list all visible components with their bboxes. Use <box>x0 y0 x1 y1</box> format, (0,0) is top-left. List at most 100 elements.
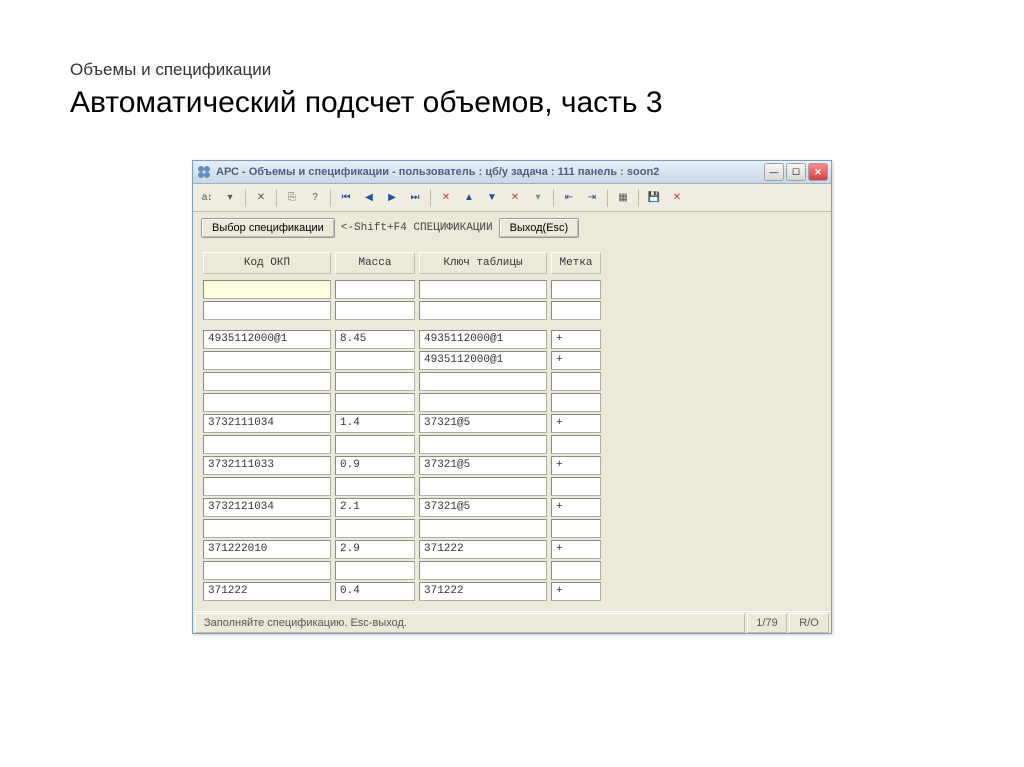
nav-last-button[interactable]: ⏭ <box>405 188 425 208</box>
cell-c4[interactable]: + <box>551 540 601 559</box>
column-header-key[interactable]: Ключ таблицы <box>419 252 547 274</box>
table-row: 3712220102.9371222+ <box>203 540 821 559</box>
table-row: 37321210342.137321@5+ <box>203 498 821 517</box>
cell-c4[interactable]: + <box>551 330 601 349</box>
nav-next-button[interactable]: ▶ <box>382 188 402 208</box>
cell-c3[interactable] <box>419 561 547 580</box>
cell-c2[interactable] <box>335 477 415 496</box>
cell-c3[interactable]: 37321@5 <box>419 414 547 433</box>
cell-c2[interactable]: 0.4 <box>335 582 415 601</box>
cell-c3[interactable] <box>419 280 547 299</box>
maximize-button[interactable]: ☐ <box>786 163 806 181</box>
cell-c4[interactable] <box>551 435 601 454</box>
cell-c1[interactable] <box>203 393 331 412</box>
font-size-button[interactable]: a↕ <box>197 188 217 208</box>
cell-c1[interactable] <box>203 372 331 391</box>
cell-c1[interactable] <box>203 351 331 370</box>
close-x-button[interactable]: ✕ <box>251 188 271 208</box>
cell-c2[interactable]: 1.4 <box>335 414 415 433</box>
collapse-button[interactable]: ▾ <box>528 188 548 208</box>
window-controls: — ☐ ✕ <box>764 163 828 181</box>
cell-c2[interactable] <box>335 351 415 370</box>
cell-c1[interactable] <box>203 301 331 320</box>
indent-left-button[interactable]: ⇤ <box>559 188 579 208</box>
delete-button[interactable]: ✕ <box>436 188 456 208</box>
cell-c2[interactable]: 2.9 <box>335 540 415 559</box>
cell-c3[interactable] <box>419 301 547 320</box>
cell-c4[interactable] <box>551 519 601 538</box>
down-arrow-button[interactable]: ▼ <box>482 188 502 208</box>
cell-c1[interactable]: 3732111033 <box>203 456 331 475</box>
copy-button[interactable]: ⎘ <box>282 188 302 208</box>
help-button[interactable]: ? <box>305 188 325 208</box>
cell-c2[interactable] <box>335 561 415 580</box>
cell-c3[interactable]: 4935112000@1 <box>419 351 547 370</box>
cell-c2[interactable] <box>335 393 415 412</box>
cell-c4[interactable] <box>551 393 601 412</box>
cell-c3[interactable] <box>419 435 547 454</box>
cell-c1[interactable]: 4935112000@1 <box>203 330 331 349</box>
cell-c2[interactable] <box>335 372 415 391</box>
nav-prev-button[interactable]: ◀ <box>359 188 379 208</box>
cell-c1[interactable]: 3732121034 <box>203 498 331 517</box>
nav-first-button[interactable]: ⏮ <box>336 188 356 208</box>
close-button[interactable]: ✕ <box>808 163 828 181</box>
delete2-button[interactable]: ✕ <box>505 188 525 208</box>
cell-c3[interactable]: 37321@5 <box>419 498 547 517</box>
cell-c2[interactable] <box>335 280 415 299</box>
table-row: 4935112000@18.454935112000@1+ <box>203 330 821 349</box>
cell-c1[interactable]: 3732111034 <box>203 414 331 433</box>
grid-button[interactable]: ▦ <box>613 188 633 208</box>
cell-c1[interactable] <box>203 280 331 299</box>
cell-c4[interactable] <box>551 280 601 299</box>
separator <box>553 189 554 207</box>
cell-c1[interactable] <box>203 435 331 454</box>
save-button[interactable]: 💾 <box>644 188 664 208</box>
cell-c2[interactable] <box>335 519 415 538</box>
table-row: 4935112000@1+ <box>203 351 821 370</box>
column-header-mark[interactable]: Метка <box>551 252 601 274</box>
app-icon <box>196 164 212 180</box>
cell-c3[interactable]: 4935112000@1 <box>419 330 547 349</box>
minimize-button[interactable]: — <box>764 163 784 181</box>
up-arrow-button[interactable]: ▲ <box>459 188 479 208</box>
table-row <box>203 435 821 454</box>
cell-c2[interactable]: 0.9 <box>335 456 415 475</box>
cell-c1[interactable]: 371222010 <box>203 540 331 559</box>
select-spec-button[interactable]: Выбор спецификации <box>201 218 335 238</box>
dropdown-button[interactable]: ▾ <box>220 188 240 208</box>
cell-c4[interactable]: + <box>551 414 601 433</box>
cell-c3[interactable]: 371222 <box>419 582 547 601</box>
cell-c3[interactable]: 371222 <box>419 540 547 559</box>
app-window: АРС - Объемы и спецификации - пользовате… <box>192 160 832 634</box>
cell-c2[interactable]: 8.45 <box>335 330 415 349</box>
cell-c4[interactable] <box>551 561 601 580</box>
cell-c4[interactable]: + <box>551 582 601 601</box>
cell-c4[interactable]: + <box>551 456 601 475</box>
cell-c4[interactable] <box>551 301 601 320</box>
cell-c3[interactable] <box>419 393 547 412</box>
cell-c2[interactable]: 2.1 <box>335 498 415 517</box>
cell-c3[interactable] <box>419 372 547 391</box>
table-row <box>203 301 821 320</box>
cell-c1[interactable] <box>203 561 331 580</box>
column-header-okp[interactable]: Код ОКП <box>203 252 331 274</box>
exit-button[interactable]: Выход(Esc) <box>499 218 580 238</box>
cell-c1[interactable] <box>203 519 331 538</box>
cell-c4[interactable] <box>551 372 601 391</box>
status-position: 1/79 <box>747 613 787 633</box>
cancel-button[interactable]: ✕ <box>667 188 687 208</box>
table-row <box>203 519 821 538</box>
column-header-mass[interactable]: Масса <box>335 252 415 274</box>
cell-c2[interactable] <box>335 301 415 320</box>
cell-c4[interactable] <box>551 477 601 496</box>
cell-c4[interactable]: + <box>551 498 601 517</box>
cell-c3[interactable] <box>419 477 547 496</box>
cell-c1[interactable] <box>203 477 331 496</box>
cell-c1[interactable]: 371222 <box>203 582 331 601</box>
indent-right-button[interactable]: ⇥ <box>582 188 602 208</box>
cell-c3[interactable]: 37321@5 <box>419 456 547 475</box>
cell-c3[interactable] <box>419 519 547 538</box>
cell-c2[interactable] <box>335 435 415 454</box>
cell-c4[interactable]: + <box>551 351 601 370</box>
